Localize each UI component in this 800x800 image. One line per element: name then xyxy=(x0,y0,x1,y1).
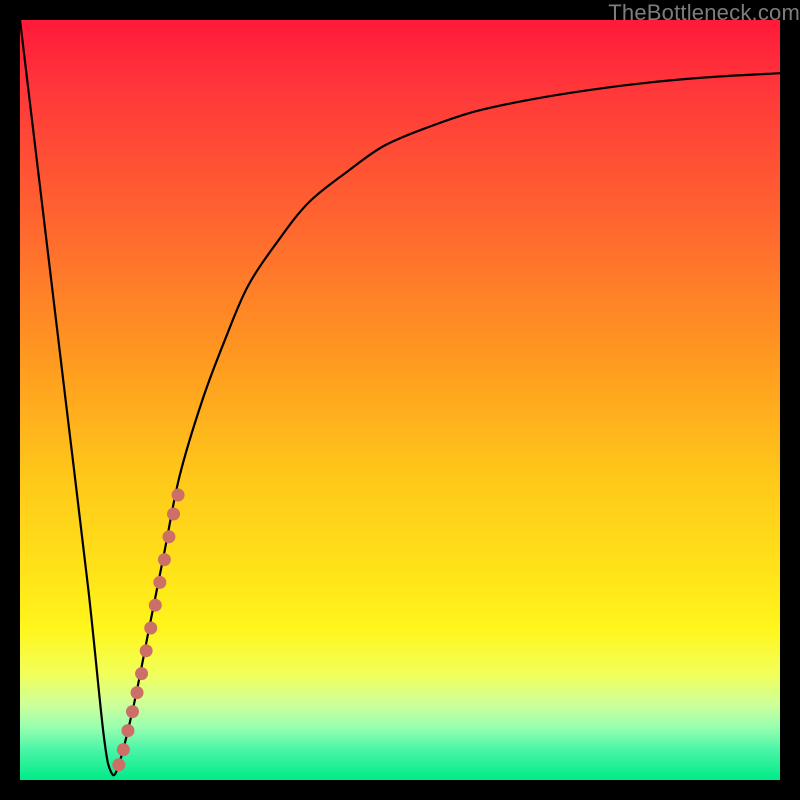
highlight-dot xyxy=(126,705,139,718)
highlight-dot-group xyxy=(112,489,184,772)
highlight-dot xyxy=(117,743,130,756)
watermark-text: TheBottleneck.com xyxy=(608,0,800,26)
highlight-dot xyxy=(112,758,125,771)
highlight-dot xyxy=(167,508,180,521)
plot-area xyxy=(20,20,780,780)
chart-container: TheBottleneck.com xyxy=(0,0,800,800)
highlight-dot xyxy=(158,553,171,566)
highlight-dot xyxy=(144,622,157,635)
highlight-dot xyxy=(153,576,166,589)
highlight-dot xyxy=(162,530,175,543)
bottleneck-curve xyxy=(20,20,780,775)
highlight-dot xyxy=(172,489,185,502)
highlight-dot xyxy=(135,667,148,680)
highlight-dot xyxy=(149,599,162,612)
highlight-dot xyxy=(131,686,144,699)
highlight-dot xyxy=(121,724,134,737)
curve-layer xyxy=(20,20,780,780)
highlight-dot xyxy=(140,644,153,657)
